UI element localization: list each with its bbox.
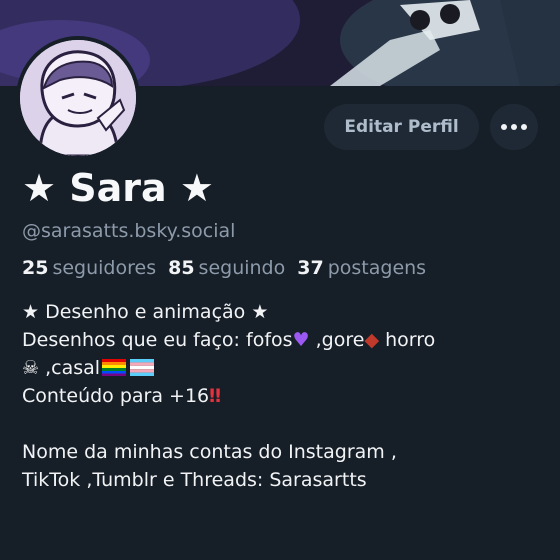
followers-count: 25 [22, 257, 49, 279]
bio-line: Nome da minhas contas do Instagram , [22, 441, 397, 463]
following-stat[interactable]: 85 seguindo [168, 257, 285, 279]
double-exclamation-icon: ‼ [209, 385, 222, 407]
bio-text: Conteúdo para +16 [22, 385, 210, 407]
avatar-image [20, 40, 136, 156]
followers-stat[interactable]: 25 seguidores [22, 257, 156, 279]
ellipsis-icon [511, 124, 517, 130]
bio-text: Desenhos que eu faço: fofos [22, 329, 293, 351]
posts-label: postagens [327, 257, 427, 279]
followers-label: seguidores [52, 257, 157, 279]
bio-line: ☠ ,casal [22, 354, 542, 382]
bio-text: ,casal [39, 357, 101, 379]
ellipsis-icon [501, 124, 507, 130]
purple-heart-icon: ♥ [292, 329, 310, 351]
profile-bio: ★ Desenho e animação ★ Desenhos que eu f… [22, 298, 542, 494]
bio-text: horro [379, 329, 436, 351]
more-options-button[interactable] [490, 104, 538, 150]
posts-stat: 37 postagens [297, 257, 426, 279]
meat-icon: ◆ [364, 329, 380, 351]
following-label: seguindo [198, 257, 286, 279]
bio-line: Desenhos que eu faço: fofos♥ ,gore◆ horr… [22, 326, 542, 354]
ellipsis-icon [521, 124, 527, 130]
following-count: 85 [168, 257, 195, 279]
bio-line: ★ Desenho e animação ★ [22, 301, 269, 323]
bio-line: Conteúdo para +16‼ [22, 382, 542, 410]
profile-stats: 25 seguidores 85 seguindo 37 postagens [22, 257, 426, 279]
skull-icon: ☠ [22, 357, 40, 379]
posts-count: 37 [297, 257, 324, 279]
avatar[interactable] [16, 36, 140, 160]
display-name: ★ Sara ★ [22, 166, 214, 210]
rainbow-flag-icon [102, 359, 127, 376]
bio-spacer [22, 410, 542, 438]
bio-line: TikTok ,Tumblr e Threads: Sarasartts [22, 469, 367, 491]
bio-text: ,gore [309, 329, 365, 351]
transgender-flag-icon [130, 359, 155, 376]
profile-handle: @sarasatts.bsky.social [22, 220, 236, 242]
edit-profile-button[interactable]: Editar Perfil [324, 104, 479, 150]
